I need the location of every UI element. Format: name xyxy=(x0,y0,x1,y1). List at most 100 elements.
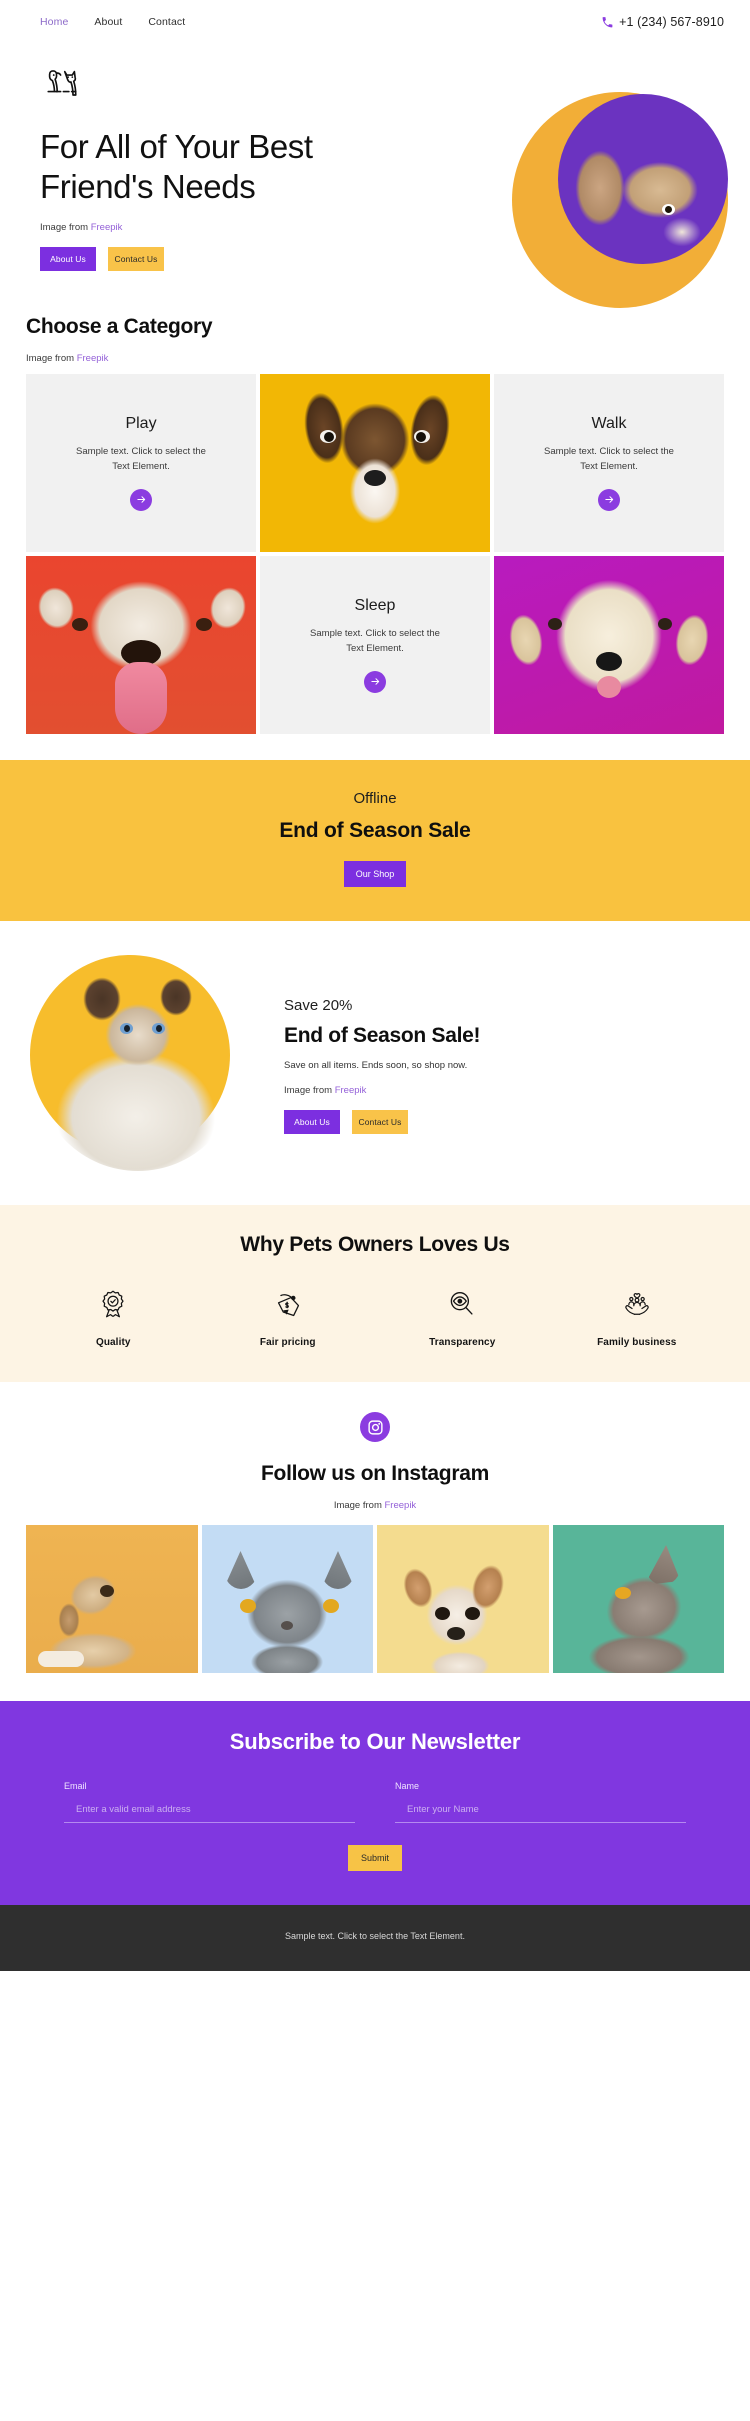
hero-content: For All of Your Best Friend's Needs Imag… xyxy=(0,62,400,271)
why-item-fair-pricing: Fair pricing xyxy=(201,1287,376,1348)
credit-prefix: Image from xyxy=(26,353,77,364)
nav-item-home[interactable]: Home xyxy=(40,16,68,28)
sale-banner-section: Offline End of Season Sale Our Shop xyxy=(0,760,750,921)
hero-title: For All of Your Best Friend's Needs xyxy=(40,128,313,206)
instagram-grid xyxy=(0,1511,750,1673)
arrow-right-icon xyxy=(136,496,145,503)
why-grid: Quality Fair pricing Transparency Family… xyxy=(26,1287,724,1348)
beagle-muzzle xyxy=(342,448,408,534)
category-arrow-button-walk[interactable] xyxy=(598,488,620,511)
cat-eye xyxy=(614,1587,631,1599)
siamese-cat-image xyxy=(26,955,258,1171)
instagram-icon xyxy=(367,1419,383,1435)
hero-contact-us-button[interactable]: Contact Us xyxy=(108,246,164,271)
cat-ear xyxy=(644,1545,681,1585)
french-bulldog-photo xyxy=(564,136,714,254)
instagram-photo-looking-up-cat[interactable] xyxy=(552,1525,724,1673)
why-label: Transparency xyxy=(429,1337,496,1348)
primary-nav: Home About Contact xyxy=(40,16,185,28)
site-footer: Sample text. Click to select the Text El… xyxy=(0,1905,750,1971)
category-card-sleep[interactable]: Sleep Sample text. Click to select the T… xyxy=(260,556,490,734)
why-item-transparency: Transparency xyxy=(375,1287,550,1348)
chihuahua-body xyxy=(425,1649,495,1673)
why-label: Quality xyxy=(95,1337,131,1348)
promo-section: Save 20% End of Season Sale! Save on all… xyxy=(0,921,750,1205)
instagram-photo-gray-cat[interactable] xyxy=(201,1525,373,1673)
arrow-right-icon xyxy=(370,678,379,685)
credit-link-freepik[interactable]: Freepik xyxy=(385,1500,417,1511)
siamese-cat-photo xyxy=(36,967,240,1171)
category-card-body: Sample text. Click to select the Text El… xyxy=(76,446,206,472)
category-card-body: Sample text. Click to select the Text El… xyxy=(544,446,674,472)
category-card-title: Walk xyxy=(591,415,627,433)
credit-link-freepik[interactable]: Freepik xyxy=(77,353,109,364)
hero-about-us-button[interactable]: About Us xyxy=(40,246,96,271)
promo-button-row: About Us Contact Us xyxy=(284,1109,724,1134)
email-field-group: Email xyxy=(64,1781,355,1823)
promo-content: Save 20% End of Season Sale! Save on all… xyxy=(284,993,724,1134)
golden-nose xyxy=(596,652,622,671)
cat-eye-left xyxy=(239,1599,256,1613)
chihuahua-nose xyxy=(447,1627,465,1640)
instagram-photo-howling-dog[interactable] xyxy=(26,1525,198,1673)
magnifier-eye-icon xyxy=(450,1291,473,1315)
golden-eye-left xyxy=(548,618,562,630)
credit-link-freepik[interactable]: Freepik xyxy=(91,222,123,233)
why-label: Family business xyxy=(597,1337,677,1348)
siamese-head xyxy=(76,977,196,1087)
promo-description: Save on all items. Ends soon, so shop no… xyxy=(284,1059,468,1071)
category-photo-beagle xyxy=(260,374,490,552)
promo-about-us-button[interactable]: About Us xyxy=(284,1109,340,1134)
hero-image-credit: Image from Freepik xyxy=(40,222,400,233)
promo-kicker: Save 20% xyxy=(284,996,353,1014)
name-field-group: Name xyxy=(395,1781,686,1823)
category-photo-bulldog xyxy=(26,556,256,734)
sale-kicker: Offline xyxy=(353,790,397,807)
cat-body xyxy=(578,1631,699,1673)
golden-eye-right xyxy=(658,618,672,630)
dog-eye xyxy=(662,204,675,215)
instagram-badge[interactable] xyxy=(360,1412,390,1442)
dog-cat-logo-icon xyxy=(47,70,77,96)
sale-title: End of Season Sale xyxy=(279,819,471,842)
category-arrow-button-play[interactable] xyxy=(130,488,152,511)
hands-family-heart-icon xyxy=(625,1293,649,1315)
submit-button[interactable]: Submit xyxy=(348,1845,402,1871)
why-item-family-business: Family business xyxy=(550,1287,725,1348)
beagle-pupil-left xyxy=(324,432,334,442)
category-arrow-button-sleep[interactable] xyxy=(364,670,386,693)
category-card-walk[interactable]: Walk Sample text. Click to select the Te… xyxy=(494,374,724,552)
chihuahua-eye-left xyxy=(435,1607,450,1620)
email-input[interactable] xyxy=(64,1804,355,1823)
golden-ear-left xyxy=(500,605,552,675)
nav-item-contact[interactable]: Contact xyxy=(148,16,185,28)
name-input[interactable] xyxy=(395,1804,686,1823)
cat-eye-right xyxy=(323,1599,339,1613)
instagram-section: Follow us on Instagram Image from Freepi… xyxy=(0,1382,750,1673)
arrow-right-icon xyxy=(604,496,613,503)
promo-contact-us-button[interactable]: Contact Us xyxy=(352,1109,408,1134)
newsletter-section: Subscribe to Our Newsletter Email Name S… xyxy=(0,1701,750,1905)
footer-text: Sample text. Click to select the Text El… xyxy=(285,1931,465,1941)
dog-bone xyxy=(38,1651,84,1667)
nav-item-about[interactable]: About xyxy=(94,16,122,28)
beagle-nose xyxy=(364,470,386,486)
hero-image xyxy=(512,92,728,308)
phone-link[interactable]: +1 (234) 567-8910 xyxy=(601,15,724,29)
cat-ear-right xyxy=(321,1551,355,1589)
our-shop-button[interactable]: Our Shop xyxy=(344,861,406,887)
siamese-eye-left xyxy=(120,1023,133,1034)
why-section: Why Pets Owners Loves Us Quality Fair pr… xyxy=(0,1205,750,1382)
instagram-photo-chihuahua[interactable] xyxy=(377,1525,549,1673)
award-badge-icon xyxy=(102,1290,124,1318)
promo-image-credit: Image from Freepik xyxy=(284,1085,724,1096)
category-card-play[interactable]: Play Sample text. Click to select the Te… xyxy=(26,374,256,552)
promo-title: End of Season Sale! xyxy=(284,1023,481,1047)
siamese-eye-right xyxy=(152,1023,165,1034)
bulldog-eye-right xyxy=(196,618,212,631)
email-label: Email xyxy=(64,1781,87,1791)
golden-ear-right xyxy=(666,605,718,675)
phone-icon xyxy=(602,16,613,27)
credit-link-freepik[interactable]: Freepik xyxy=(335,1085,367,1096)
category-section: Choose a Category Image from Freepik Pla… xyxy=(0,289,750,734)
